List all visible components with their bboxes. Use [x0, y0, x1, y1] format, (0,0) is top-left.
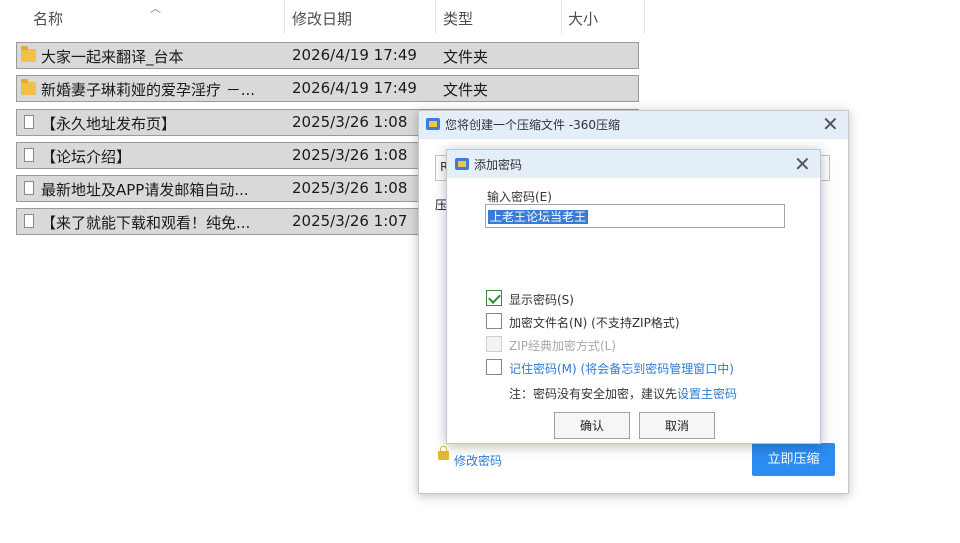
show-password-checkbox[interactable]	[486, 290, 502, 306]
password-value: 上老王论坛当老王	[488, 210, 589, 224]
sort-up-icon: ︿	[150, 2, 161, 15]
close-icon[interactable]: ✕	[794, 154, 811, 174]
file-type: 文件夹	[443, 81, 489, 99]
file-icon	[24, 115, 34, 129]
file-name: 新婚妻子琳莉娅的爱孕淫疗 －...	[41, 81, 256, 99]
zip-classic-encryption-checkbox	[486, 336, 502, 352]
security-note-text: 注：密码没有安全加密，建议先	[509, 387, 678, 401]
column-modified[interactable]: 修改日期	[292, 8, 352, 29]
file-row[interactable]: 新婚妻子琳莉娅的爱孕淫疗 －... 2026/4/19 17:49 文件夹	[16, 75, 639, 102]
cancel-button[interactable]: 取消	[639, 412, 715, 439]
security-note: 注：密码没有安全加密，建议先设置主密码	[509, 385, 737, 402]
show-password-label[interactable]: 显示密码(S)	[509, 291, 574, 308]
zip-classic-encryption-label: ZIP经典加密方式(L)	[509, 339, 617, 353]
password-dialog-titlebar[interactable]: 添加密码 ✕	[447, 150, 820, 178]
compress-now-button[interactable]: 立即压缩	[752, 443, 835, 476]
file-name: 【论坛介绍】	[41, 148, 132, 166]
file-date: 2025/3/26 1:08	[292, 146, 408, 164]
folder-icon	[21, 79, 36, 95]
encrypt-filename-label[interactable]: 加密文件名(N) (不支持ZIP格式)	[509, 314, 680, 331]
confirm-button[interactable]: 确认	[554, 412, 630, 439]
file-date: 2026/4/19 17:49	[292, 46, 417, 64]
set-master-password-link[interactable]: 设置主密码	[677, 387, 737, 401]
column-header: 名称 ︿ 修改日期 类型 大小	[0, 0, 650, 36]
file-icon	[24, 214, 34, 228]
file-icon	[24, 148, 34, 162]
column-size[interactable]: 大小	[568, 8, 598, 29]
file-row[interactable]: 大家一起来翻译_台本 2026/4/19 17:49 文件夹	[16, 42, 639, 69]
folder-icon	[21, 46, 36, 62]
close-icon[interactable]: ✕	[822, 114, 839, 134]
file-date: 2026/4/19 17:49	[292, 79, 417, 97]
password-input[interactable]: 上老王论坛当老王	[485, 204, 785, 228]
password-input-label: 输入密码(E)	[487, 190, 552, 204]
column-type[interactable]: 类型	[443, 8, 473, 29]
file-icon	[24, 181, 34, 195]
file-date: 2025/3/26 1:07	[292, 212, 408, 230]
encrypt-filename-checkbox[interactable]	[486, 313, 502, 329]
add-password-dialog: 添加密码 ✕ 输入密码(E) 上老王论坛当老王 显示密码(S) 加密文件名(N)…	[446, 149, 821, 444]
zip-dialog-title: 您将创建一个压缩文件 -360压缩	[445, 118, 621, 132]
remember-password-checkbox[interactable]	[486, 359, 502, 375]
file-name: 【永久地址发布页】	[41, 115, 177, 133]
password-dialog-title: 添加密码	[474, 158, 523, 172]
column-divider[interactable]	[644, 0, 645, 34]
file-date: 2025/3/26 1:08	[292, 179, 408, 197]
file-name: 【来了就能下载和观看！纯免...	[41, 214, 251, 232]
zip-app-icon	[426, 118, 440, 130]
zip-app-icon	[455, 158, 469, 170]
column-divider[interactable]	[284, 0, 285, 34]
lock-icon	[438, 446, 449, 460]
modify-password-link[interactable]: 修改密码	[454, 452, 502, 469]
remember-password-label[interactable]: 记住密码(M) (将会备忘到密码管理窗口中)	[509, 360, 734, 377]
file-name: 最新地址及APP请发邮箱自动...	[41, 181, 249, 199]
column-divider[interactable]	[561, 0, 562, 34]
column-name[interactable]: 名称	[33, 8, 63, 29]
file-date: 2025/3/26 1:08	[292, 113, 408, 131]
zip-dialog-titlebar[interactable]: 您将创建一个压缩文件 -360压缩 ✕	[419, 111, 848, 139]
column-divider[interactable]	[435, 0, 436, 34]
file-type: 文件夹	[443, 48, 489, 66]
file-name: 大家一起来翻译_台本	[41, 48, 184, 66]
